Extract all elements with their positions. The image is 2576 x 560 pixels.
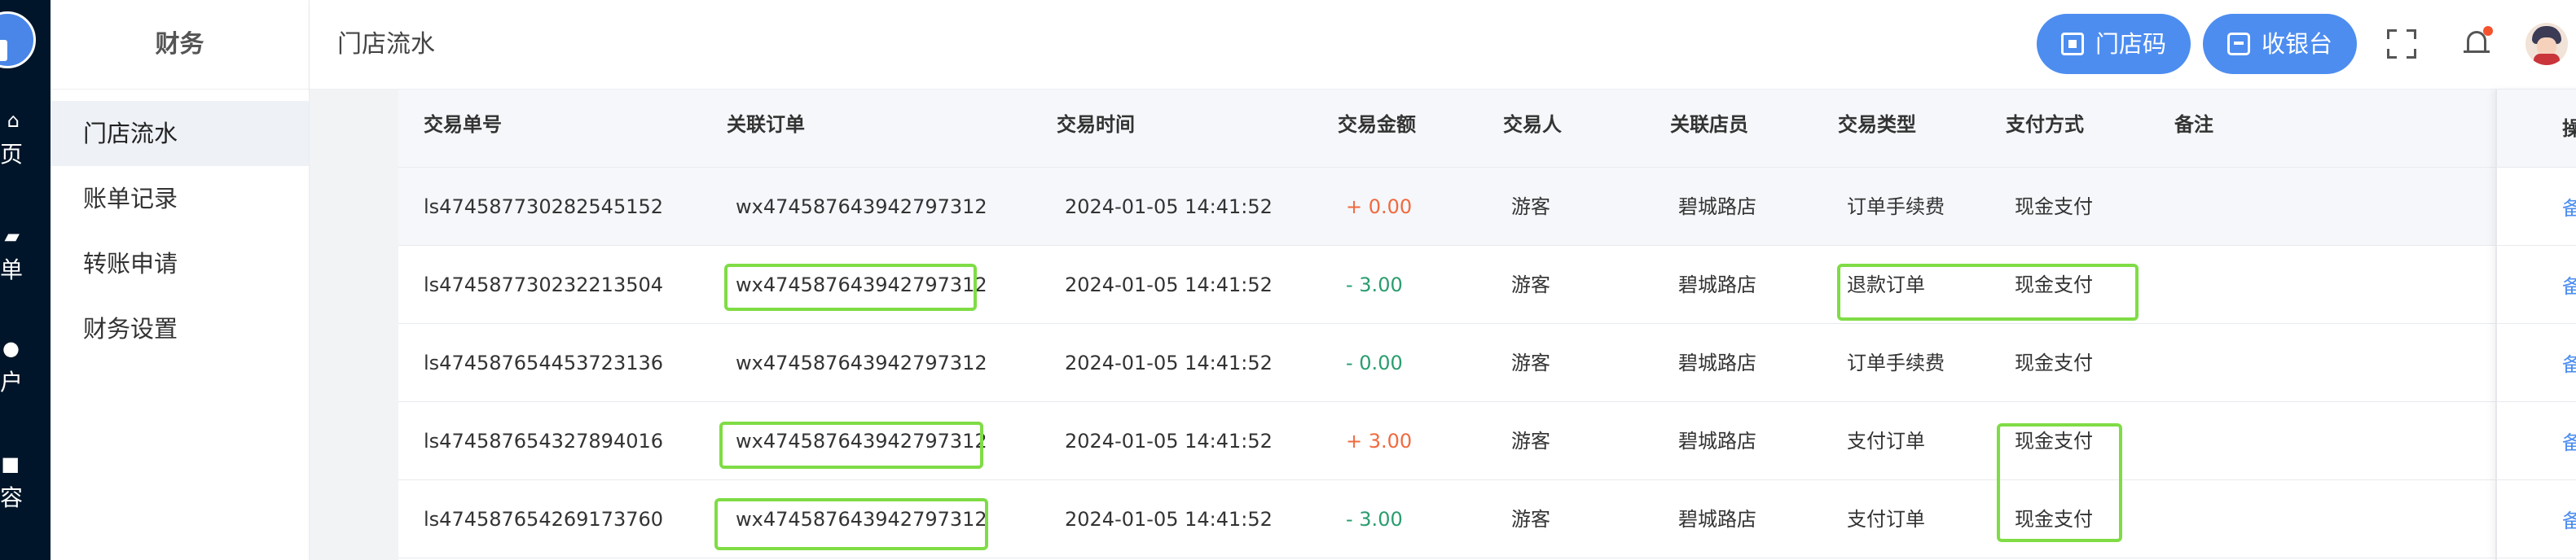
cell-time: 2024-01-05 14:41:52 — [1065, 352, 1273, 374]
rail-item-label: 单 — [0, 256, 24, 283]
col-transaction-time: 交易时间 — [1057, 113, 1135, 136]
store-logo-icon — [0, 40, 7, 61]
app-rail: ⌂ 页 ▰ 单 ● 户 ■ 容 — [0, 0, 51, 560]
cell-transaction-no: ls474587654269173760 — [424, 508, 664, 531]
col-related-order: 关联订单 — [727, 113, 805, 136]
content-icon: ■ — [1, 453, 20, 475]
sidebar-item-finance-settings[interactable]: 财务设置 — [51, 296, 309, 361]
cell-person: 游客 — [1511, 430, 1550, 453]
cell-person: 游客 — [1511, 508, 1550, 531]
col-transaction-type: 交易类型 — [1838, 113, 1916, 136]
cell-time: 2024-01-05 14:41:52 — [1065, 273, 1273, 296]
app-logo[interactable] — [0, 11, 36, 68]
cell-type: 订单手续费 — [1847, 195, 1945, 218]
table-row[interactable]: ls474587730282545152 wx47458764394279731… — [398, 168, 2576, 246]
cell-store: 碧城路店 — [1678, 508, 1756, 531]
avatar[interactable] — [2525, 23, 2568, 65]
top-header: 门店流水 门店码 收银台 — [310, 0, 2576, 90]
notification-bell-icon[interactable] — [2460, 26, 2493, 62]
cell-payment: 现金支付 — [2015, 352, 2093, 374]
cashier-icon — [2227, 33, 2250, 55]
cell-amount: + 0.00 — [1346, 195, 1413, 218]
cashier-button[interactable]: 收银台 — [2203, 14, 2358, 74]
store-code-button[interactable]: 门店码 — [2037, 14, 2191, 74]
highlight-box — [724, 264, 977, 311]
cell-amount: - 0.00 — [1346, 352, 1403, 374]
cashier-label: 收银台 — [2262, 30, 2333, 58]
col-staff-store: 关联店员 — [1670, 113, 1748, 136]
cell-person: 游客 — [1511, 273, 1550, 296]
sidebar-title: 财务 — [51, 0, 309, 90]
col-person: 交易人 — [1503, 113, 1562, 136]
cell-time: 2024-01-05 14:41:52 — [1065, 508, 1273, 531]
cell-person: 游客 — [1511, 195, 1550, 218]
actions-column: 操作 备注 备注 备注 备注 备注 — [2495, 90, 2576, 560]
highlight-box — [1837, 264, 2139, 321]
cell-type: 订单手续费 — [1847, 352, 1945, 374]
table-header: 交易单号 关联订单 交易时间 交易金额 交易人 关联店员 交易类型 支付方式 备… — [398, 90, 2576, 168]
cell-transaction-no: ls474587730282545152 — [424, 195, 664, 218]
qr-code-icon — [2061, 33, 2084, 55]
col-actions: 操作 — [2497, 90, 2576, 168]
note-link[interactable]: 备注 — [2497, 168, 2576, 246]
note-link[interactable]: 备注 — [2497, 480, 2576, 558]
cell-transaction-no: ls474587654327894016 — [424, 430, 664, 453]
note-link[interactable]: 备注 — [2497, 402, 2576, 480]
users-icon: ● — [2, 337, 20, 360]
note-link[interactable]: 备注 — [2497, 246, 2576, 324]
transactions-table: 交易单号 关联订单 交易时间 交易金额 交易人 关联店员 交易类型 支付方式 备… — [398, 90, 2576, 560]
store-code-label: 门店码 — [2095, 30, 2167, 58]
cell-transaction-no: ls474587654453723136 — [424, 352, 664, 374]
sidebar-item-transfer-request[interactable]: 转账申请 — [51, 231, 309, 296]
page-title: 门店流水 — [337, 30, 435, 59]
cell-person: 游客 — [1511, 352, 1550, 374]
cell-amount: - 3.00 — [1346, 508, 1403, 531]
rail-item-label: 户 — [0, 369, 24, 396]
cell-related-order: wx474587643942797312 — [736, 195, 987, 218]
cart-icon: ▰ — [4, 225, 20, 247]
col-note: 备注 — [2174, 113, 2213, 136]
col-transaction-no: 交易单号 — [424, 113, 502, 136]
table-row[interactable]: ls474587654453723136 wx47458764394279731… — [398, 324, 2576, 402]
cell-store: 碧城路店 — [1678, 352, 1756, 374]
notification-dot — [2483, 26, 2493, 36]
note-link[interactable]: 备注 — [2497, 324, 2576, 402]
main-content: 交易单号 关联订单 交易时间 交易金额 交易人 关联店员 交易类型 支付方式 备… — [310, 90, 2576, 560]
cell-related-order: wx474587643942797312 — [736, 352, 987, 374]
cell-amount: + 3.00 — [1346, 430, 1413, 453]
cell-time: 2024-01-05 14:41:52 — [1065, 430, 1273, 453]
col-amount: 交易金额 — [1338, 113, 1416, 136]
cell-store: 碧城路店 — [1678, 430, 1756, 453]
sidebar-item-store-flow[interactable]: 门店流水 — [51, 101, 309, 166]
finance-sidebar: 财务 门店流水 账单记录 转账申请 财务设置 — [51, 0, 310, 560]
rail-item-label: 页 — [0, 141, 24, 168]
fullscreen-icon[interactable] — [2387, 29, 2416, 59]
cell-payment: 现金支付 — [2015, 195, 2093, 218]
highlight-box — [719, 422, 983, 469]
cell-store: 碧城路店 — [1678, 273, 1756, 296]
rail-item-label: 容 — [0, 484, 24, 511]
cell-transaction-no: ls474587730232213504 — [424, 273, 664, 296]
cell-type: 支付订单 — [1847, 508, 1925, 531]
highlight-box — [714, 498, 988, 550]
cell-store: 碧城路店 — [1678, 195, 1756, 218]
cell-time: 2024-01-05 14:41:52 — [1065, 195, 1273, 218]
sidebar-item-bill-records[interactable]: 账单记录 — [51, 166, 309, 231]
col-payment-method: 支付方式 — [2006, 113, 2084, 136]
home-icon: ⌂ — [7, 109, 20, 132]
cell-type: 支付订单 — [1847, 430, 1925, 453]
cell-amount: - 3.00 — [1346, 273, 1403, 296]
highlight-box — [1997, 423, 2122, 542]
